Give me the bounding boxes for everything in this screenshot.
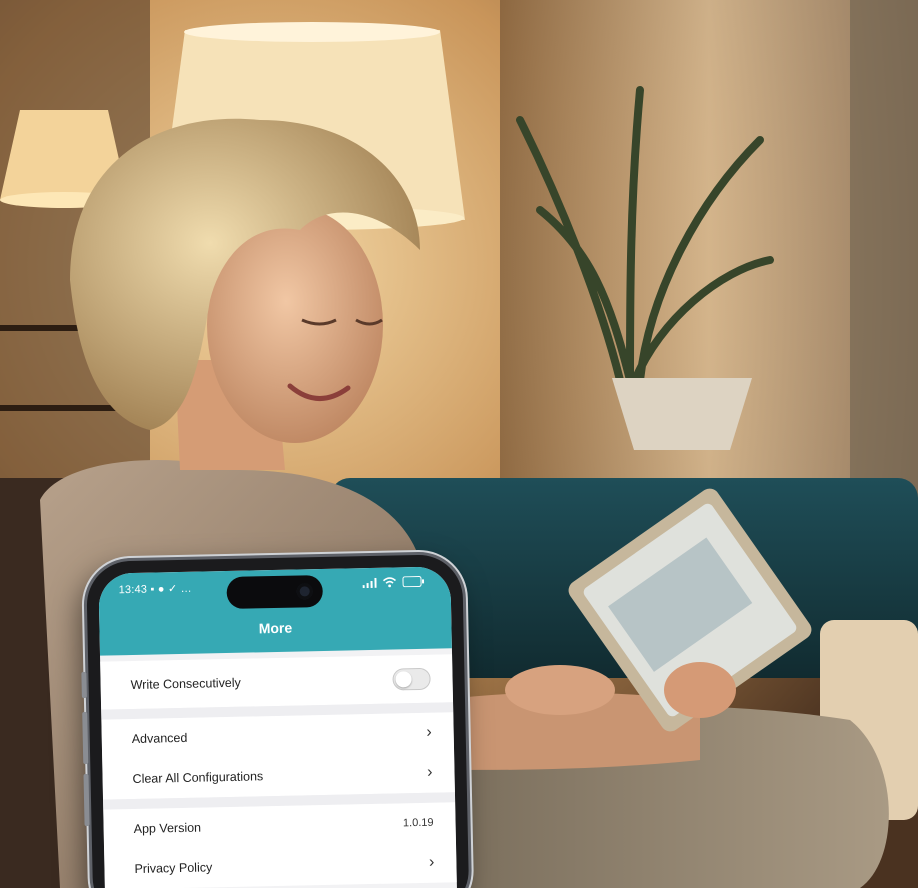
chevron-right-icon: › bbox=[426, 723, 432, 741]
front-camera-icon bbox=[296, 583, 313, 600]
battery-icon bbox=[402, 575, 425, 588]
app-version-value: 1.0.19 bbox=[402, 816, 434, 830]
settings-group-write: Write Consecutively bbox=[100, 654, 454, 710]
privacy-policy-label: Privacy Policy bbox=[134, 860, 213, 876]
write-consecutively-label: Write Consecutively bbox=[130, 675, 241, 693]
clear-configurations-row[interactable]: Clear All Configurations › bbox=[102, 752, 455, 799]
app-version-label: App Version bbox=[133, 820, 202, 836]
phone-volume-up-button bbox=[82, 711, 89, 765]
write-consecutively-toggle[interactable] bbox=[392, 667, 431, 691]
clear-configurations-label: Clear All Configurations bbox=[132, 769, 264, 787]
advanced-label: Advanced bbox=[131, 730, 188, 747]
settings-group-config: Advanced › Clear All Configurations › bbox=[101, 712, 455, 800]
screen-title: More bbox=[258, 619, 293, 637]
phone-side-button bbox=[81, 671, 87, 699]
status-bar-left: 13:43 ▪ ● ✓ … bbox=[118, 582, 192, 597]
phone-volume-down-button bbox=[83, 773, 90, 827]
photo-scene: 13:43 ▪ ● ✓ … More Write Consecutively A… bbox=[0, 0, 918, 888]
app-header: 13:43 ▪ ● ✓ … More bbox=[98, 566, 452, 656]
dynamic-island bbox=[226, 574, 324, 609]
chevron-right-icon: › bbox=[427, 763, 433, 781]
phone-screen: 13:43 ▪ ● ✓ … More Write Consecutively A… bbox=[98, 566, 458, 888]
wifi-icon bbox=[382, 577, 396, 588]
write-consecutively-row[interactable]: Write Consecutively bbox=[100, 654, 453, 709]
privacy-policy-row[interactable]: Privacy Policy › bbox=[104, 842, 457, 888]
toggle-knob bbox=[395, 671, 412, 688]
status-bar-right bbox=[362, 575, 425, 588]
notification-icons: ▪ ● ✓ … bbox=[150, 582, 192, 596]
status-time: 13:43 bbox=[118, 583, 148, 597]
signal-icon bbox=[362, 577, 377, 588]
phone-mockup: 13:43 ▪ ● ✓ … More Write Consecutively A… bbox=[81, 554, 470, 888]
chevron-right-icon: › bbox=[428, 853, 435, 871]
settings-group-about: App Version 1.0.19 Privacy Policy › bbox=[103, 802, 457, 888]
